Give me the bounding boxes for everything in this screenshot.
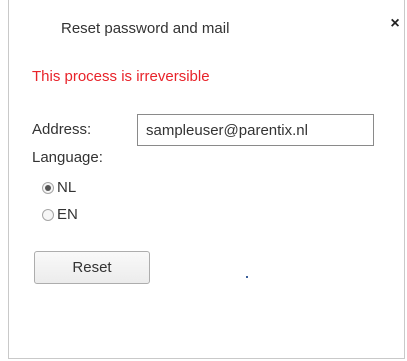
stray-dot — [246, 276, 248, 278]
language-label: Language: — [32, 149, 103, 166]
radio-nl-label: NL — [57, 179, 77, 196]
address-input[interactable] — [137, 114, 374, 146]
dialog-titlebar: Reset password and mail × — [9, 0, 404, 37]
language-option-nl[interactable]: NL — [42, 179, 76, 196]
close-icon[interactable]: × — [387, 15, 403, 33]
radio-en-label: EN — [57, 206, 78, 223]
reset-button[interactable]: Reset — [34, 251, 150, 284]
radio-nl[interactable] — [42, 181, 54, 194]
reset-dialog: Reset password and mail × This process i… — [8, 0, 405, 359]
radio-en[interactable] — [42, 208, 54, 221]
language-option-en[interactable]: EN — [42, 206, 78, 223]
address-label: Address: — [32, 121, 92, 138]
warning-message: This process is irreversible — [32, 68, 210, 85]
dialog-title: Reset password and mail — [61, 20, 230, 37]
